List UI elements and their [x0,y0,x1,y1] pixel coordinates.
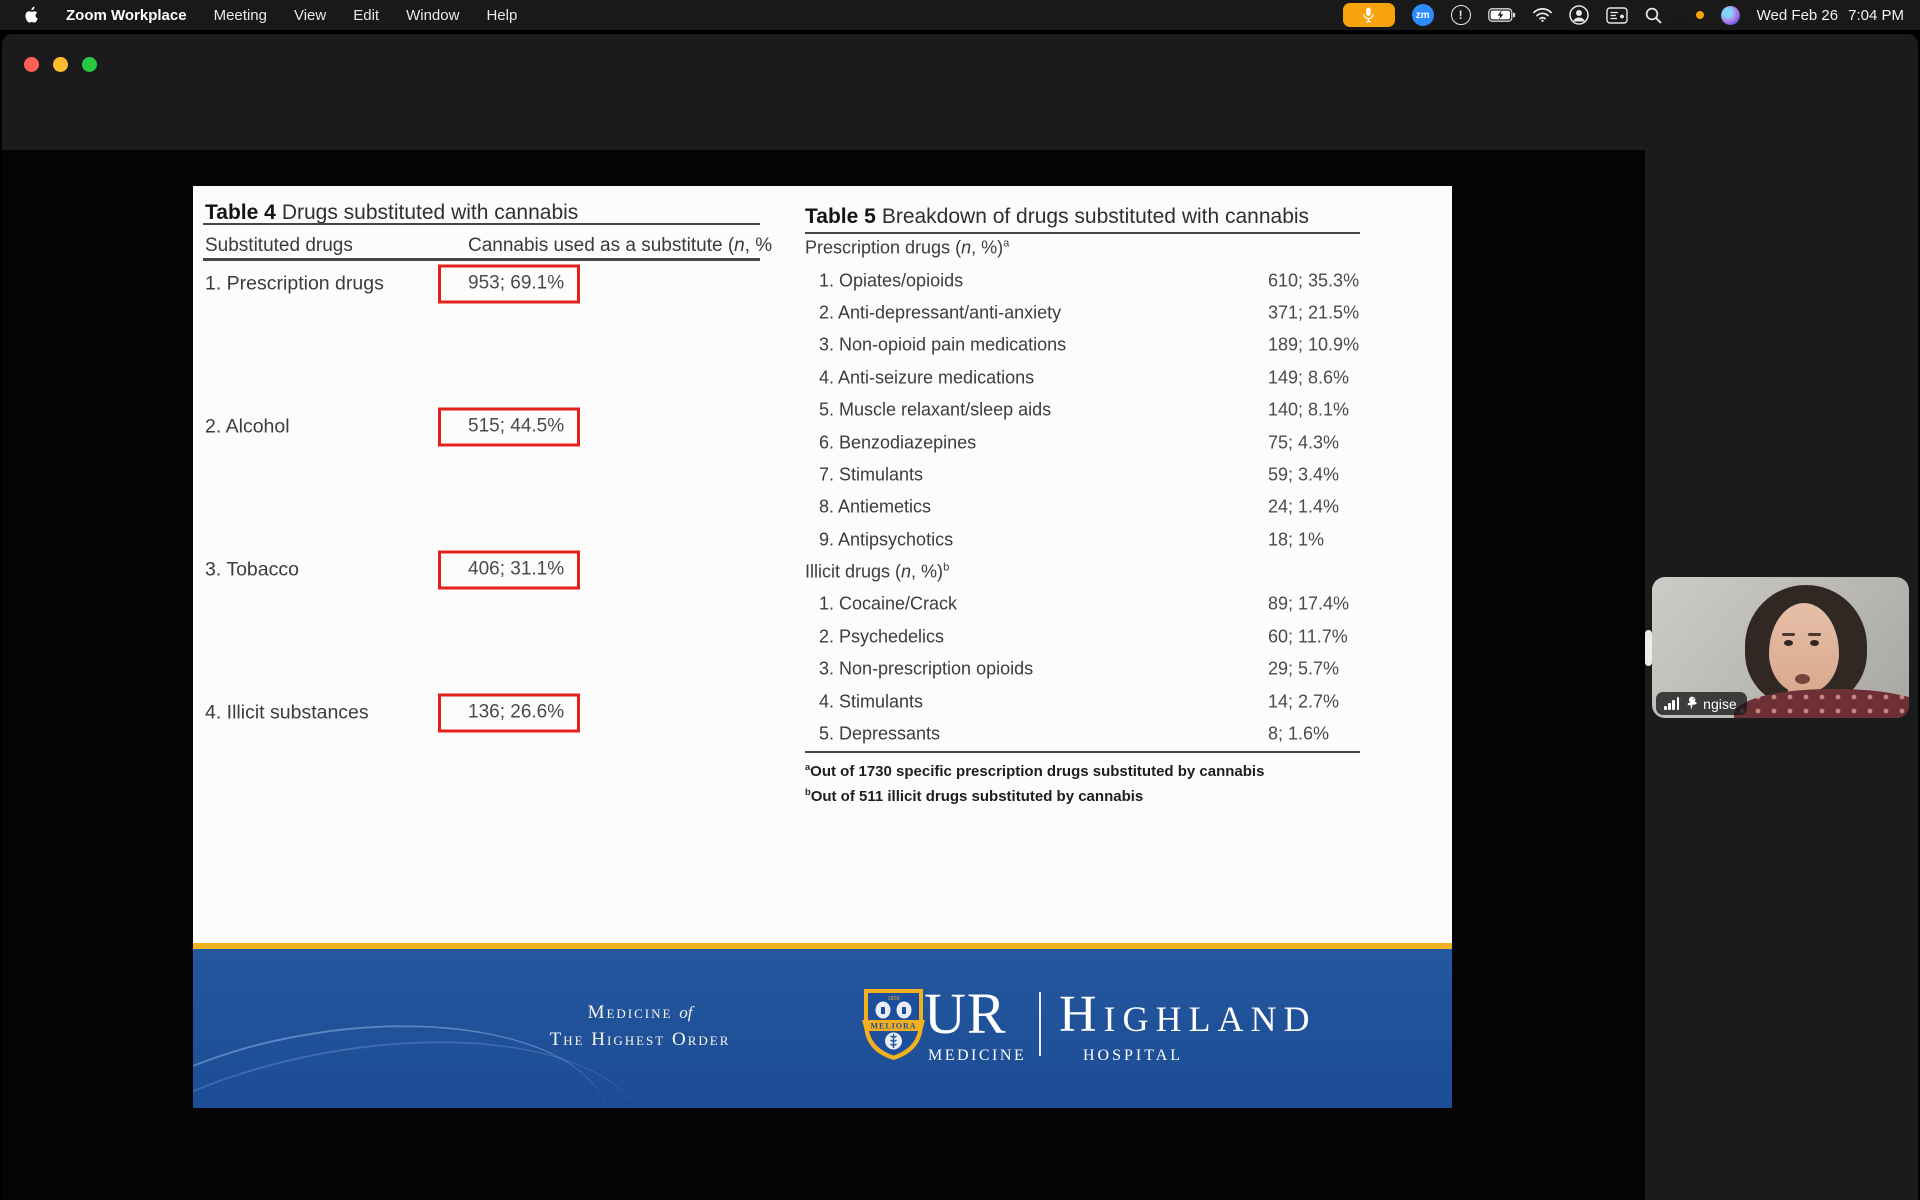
row-label: 1. Cocaine/Crack [819,593,958,614]
row-value: 8; 1.6% [1268,723,1330,744]
table-row: 1. Cocaine/Crack 89; 17.4% [805,588,1367,620]
table-row: 5. Muscle relaxant/sleep aids 140; 8.1% [805,394,1367,426]
table5-label: Table 5 [805,205,876,228]
pin-icon [1687,696,1697,710]
close-window-button[interactable] [24,57,39,72]
table-row: 1. Prescription drugs 953; 69.1% [205,212,765,355]
table-row: 4. Anti-seizure medications 149; 8.6% [805,362,1367,394]
footnote: bOut of 511 illicit drugs substituted by… [805,787,1144,805]
table-row: 2. Anti-depressant/anti-anxiety 371; 21.… [805,297,1367,329]
clock-date: Wed Feb 26 [1756,6,1839,24]
shared-slide: Table 4 Drugs substituted with cannabis S… [193,186,1452,1108]
ur-logo-text: UR [924,981,1007,1046]
apple-menu-icon[interactable] [24,6,39,24]
video-panel-collapse-handle[interactable] [1645,630,1652,666]
row-value: 515; 44.5% [438,407,580,446]
menu-window[interactable]: Window [406,7,459,24]
table-row: 2. Psychedelics 60; 11.7% [805,621,1367,653]
row-label: Prescription drugs (n, %)a [805,237,1010,258]
ur-medicine-text: MEDICINE [928,1047,1027,1064]
row-value: 406; 31.1% [438,550,580,589]
menu-meeting[interactable]: Meeting [214,7,267,24]
row-value: 136; 26.6% [438,693,580,732]
window-controls [24,57,97,72]
university-shield-icon: 1850 MELIORA [862,989,925,1060]
svg-text:1850: 1850 [888,996,900,1002]
svg-text:MELIORA: MELIORA [870,1022,916,1031]
table-row: Illicit drugs (n, %)b [805,556,1367,588]
table4-rows: 1. Prescription drugs 953; 69.1% 2. Alco… [205,212,765,784]
table-row: 2. Alcohol 515; 44.5% [205,355,765,498]
table-row: 3. Non-prescription opioids 29; 5.7% [805,653,1367,685]
table-row: 8. Antiemetics 24; 1.4% [805,491,1367,523]
table5-rows: Prescription drugs (n, %)a 1. Opiates/op… [805,232,1367,750]
footnote: aOut of 1730 specific prescription drugs… [805,762,1265,780]
row-label: 5. Depressants [819,723,941,744]
table-row: 6. Benzodiazepines 75; 4.3% [805,426,1367,458]
row-label: 2. Alcohol [205,415,290,437]
row-value: 953; 69.1% [438,264,580,303]
menu-view[interactable]: View [294,7,326,24]
wifi-icon[interactable] [1532,8,1552,22]
row-label: 3. Tobacco [205,558,299,580]
banner-tagline: Medicine of The Highest Order [549,1002,731,1050]
participant-video-tile[interactable]: ngise [1652,577,1909,718]
macos-menu-bar: Zoom Workplace Meeting View Edit Window … [0,0,1920,30]
mic-in-use-dot-icon [1695,11,1704,19]
row-label: 2. Anti-depressant/anti-anxiety [819,302,1062,323]
highland-text: Highland [1059,986,1317,1043]
search-icon[interactable] [1645,7,1662,24]
row-label: 6. Benzodiazepines [819,432,977,453]
table-row: 3. Non-opioid pain medications 189; 10.9… [805,329,1367,361]
table-row: 1. Opiates/opioids 610; 35.3% [805,264,1367,296]
table-row: 9. Antipsychotics 18; 1% [805,524,1367,556]
row-label: 9. Antipsychotics [819,529,954,550]
table5-rule-bottom [805,751,1360,753]
row-label: 4. Illicit substances [205,701,369,723]
table-row: 7. Stimulants 59; 3.4% [805,459,1367,491]
row-label: Illicit drugs (n, %)b [805,561,950,582]
row-label: 4. Anti-seizure medications [819,367,1035,388]
menu-edit[interactable]: Edit [353,7,379,24]
table-row: 5. Depressants 8; 1.6% [805,718,1367,750]
row-label: 5. Muscle relaxant/sleep aids [819,399,1052,420]
slide-footer-banner: Medicine of The Highest Order 1850 MELIO… [193,943,1452,1108]
input-source-icon[interactable] [1605,6,1628,24]
clock-time: 7:04 PM [1848,6,1904,24]
table-row: 4. Illicit substances 136; 26.6% [205,641,765,784]
row-label: 3. Non-opioid pain medications [819,334,1067,355]
table-row: 3. Tobacco 406; 31.1% [205,498,765,641]
row-label: 3. Non-prescription opioids [819,658,1034,679]
table-row: 4. Stimulants 14; 2.7% [805,685,1367,717]
row-label: 1. Prescription drugs [205,272,384,294]
siri-icon[interactable] [1720,5,1740,25]
menu-help[interactable]: Help [486,7,517,24]
row-label: 1. Opiates/opioids [819,270,964,291]
logo-divider [1039,992,1041,1056]
participant-name-tag: ngise [1656,692,1747,715]
zoom-app-icon[interactable]: zm [1411,4,1434,26]
zoom-window-button[interactable] [82,57,97,72]
hospital-text: HOSPITAL [1083,1047,1184,1064]
minimize-window-button[interactable] [53,57,68,72]
account-icon[interactable] [1568,5,1589,25]
connection-quality-icon [1664,697,1680,710]
menu-bar-clock[interactable]: Wed Feb 26 7:04 PM [1757,7,1904,24]
row-label: 8. Antiemetics [819,496,932,517]
update-icon[interactable]: ! [1450,5,1471,25]
row-label: 2. Psychedelics [819,626,945,647]
table5-title: Table 5 Breakdown of drugs substituted wi… [805,205,1310,228]
menu-app-name[interactable]: Zoom Workplace [66,7,187,24]
table5-footnotes: aOut of 1730 specific prescription drugs… [805,757,1365,807]
table-row: Prescription drugs (n, %)a [805,232,1367,264]
participant-name: ngise [1703,695,1737,712]
row-label: 4. Stimulants [819,691,924,712]
battery-charging-icon[interactable] [1487,8,1516,22]
microphone-active-icon[interactable] [1342,3,1395,27]
row-label: 7. Stimulants [819,464,924,485]
